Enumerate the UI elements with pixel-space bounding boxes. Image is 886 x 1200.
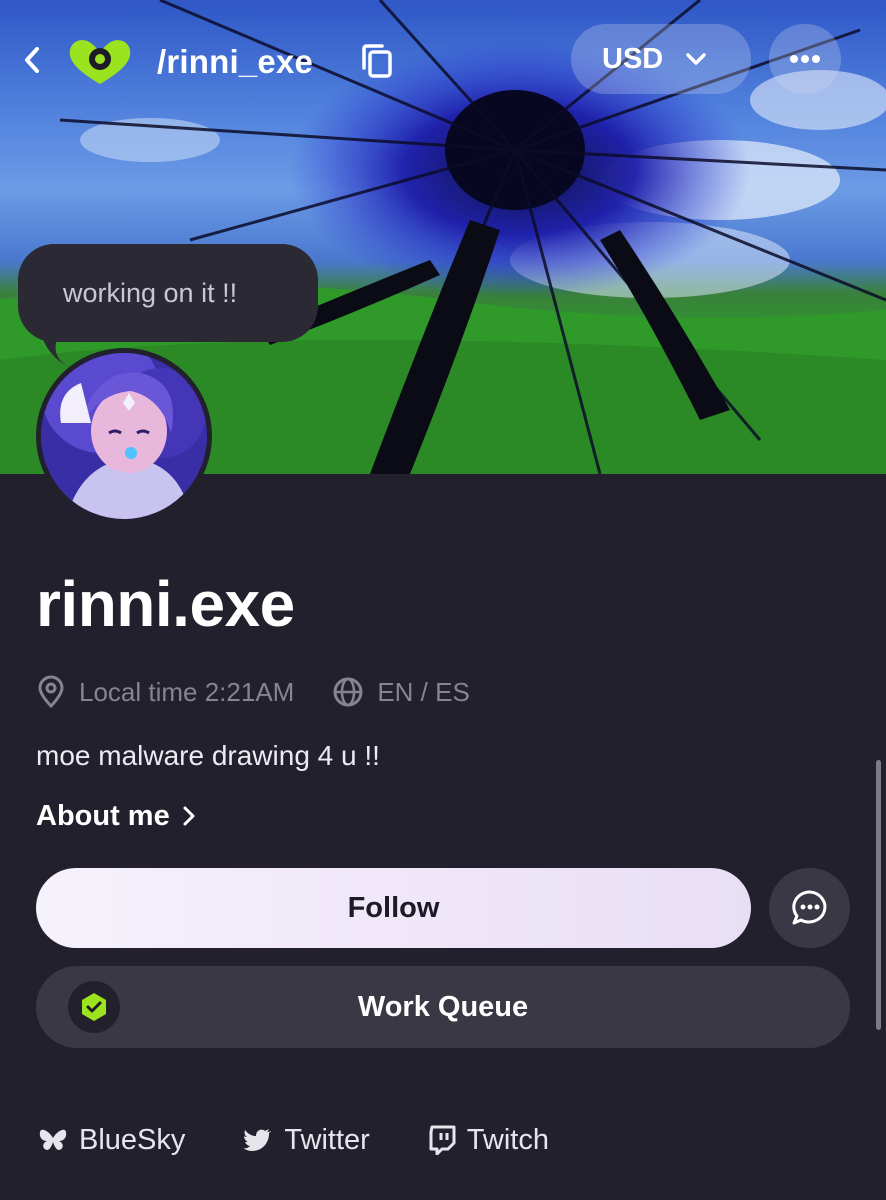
back-button[interactable] — [16, 40, 48, 80]
social-links: BlueSky Twitter Twitch — [38, 1118, 607, 1162]
chat-bubble-icon — [791, 890, 826, 925]
location-pin-icon — [38, 675, 64, 709]
scrollbar[interactable] — [876, 760, 881, 1030]
profile-handle: /rinni_exe — [157, 43, 314, 80]
brand-logo-icon — [69, 40, 131, 84]
chevron-left-icon — [25, 47, 39, 73]
local-time-text: Local time 2:21AM — [79, 676, 295, 707]
message-button[interactable] — [769, 868, 850, 948]
butterfly-icon — [39, 1129, 67, 1150]
verified-badge — [68, 981, 120, 1033]
more-horizontal-icon — [790, 55, 820, 63]
currency-label: USD — [602, 42, 664, 75]
status-bubble-tail — [40, 330, 70, 368]
social-link-bluesky[interactable]: BlueSky — [38, 1124, 185, 1157]
social-link-twitter[interactable]: Twitter — [243, 1123, 370, 1157]
avatar[interactable] — [36, 348, 212, 524]
follow-button[interactable]: Follow — [36, 868, 751, 948]
more-options-button[interactable] — [769, 24, 841, 94]
social-label: Twitch — [466, 1123, 549, 1156]
profile-meta: Local time 2:21AM EN / ES — [36, 672, 470, 712]
chevron-right-icon — [183, 806, 195, 826]
currency-selector[interactable]: USD — [571, 24, 751, 94]
status-bubble: working on it !! — [18, 244, 318, 342]
copy-icon — [362, 44, 392, 78]
avatar-image — [41, 353, 207, 519]
social-link-twitch[interactable]: Twitch — [428, 1124, 549, 1157]
follow-label: Follow — [347, 891, 440, 924]
local-time: Local time 2:21AM — [36, 675, 294, 709]
bird-icon — [243, 1129, 272, 1151]
brand-logo[interactable] — [64, 34, 136, 88]
about-me-link[interactable]: About me — [36, 796, 196, 836]
chevron-down-icon — [686, 53, 706, 65]
copy-handle-button[interactable] — [360, 42, 394, 80]
globe-icon — [333, 677, 363, 707]
check-badge-icon — [82, 993, 106, 1021]
profile-bio: moe malware drawing 4 u !! — [36, 740, 380, 771]
social-label: BlueSky — [79, 1123, 186, 1156]
languages: EN / ES — [332, 676, 470, 708]
languages-text: EN / ES — [377, 676, 470, 707]
social-label: Twitter — [284, 1123, 370, 1156]
status-text: working on it !! — [63, 277, 238, 308]
twitch-icon — [429, 1125, 456, 1155]
about-me-label: About me — [36, 800, 170, 832]
display-name: rinni.exe — [36, 568, 295, 640]
work-queue-button[interactable]: Work Queue — [36, 966, 850, 1048]
work-queue-label: Work Queue — [357, 990, 529, 1023]
